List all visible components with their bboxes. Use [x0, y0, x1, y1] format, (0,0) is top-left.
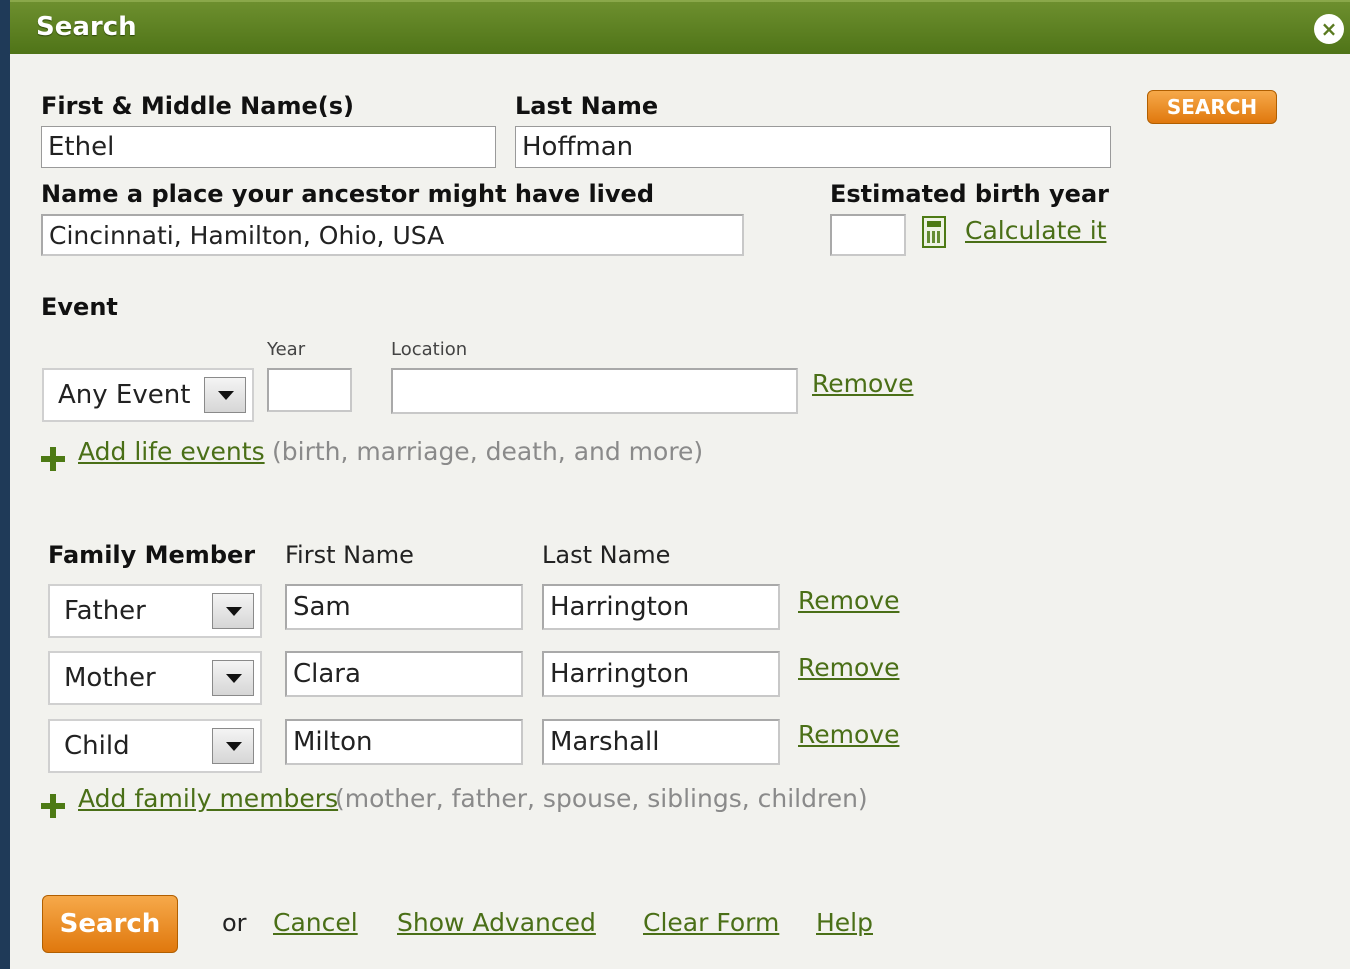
family-first-name-input[interactable] [285, 651, 523, 697]
event-heading: Event [41, 293, 118, 321]
calculator-icon[interactable] [922, 216, 946, 248]
family-last-name-header: Last Name [542, 541, 671, 569]
dialog-title: Search [36, 12, 137, 42]
chevron-down-icon[interactable] [204, 377, 246, 413]
family-relation-value: Father [64, 596, 146, 626]
add-life-events-hint: (birth, marriage, death, and more) [272, 437, 704, 466]
chevron-down-icon[interactable] [212, 728, 254, 764]
birth-year-input[interactable] [830, 214, 906, 256]
event-remove-link[interactable]: Remove [812, 369, 913, 398]
birth-year-label: Estimated birth year [830, 180, 1109, 208]
family-last-name-input[interactable] [542, 584, 780, 630]
search-button[interactable]: Search [42, 895, 178, 953]
family-relation-value: Child [64, 731, 130, 761]
family-first-name-input[interactable] [285, 719, 523, 765]
clear-form-link[interactable]: Clear Form [643, 908, 779, 937]
or-text: or [222, 909, 247, 937]
event-location-input[interactable] [391, 368, 798, 414]
family-remove-link[interactable]: Remove [798, 586, 899, 615]
place-input[interactable] [41, 214, 744, 256]
last-name-input[interactable] [515, 126, 1111, 168]
family-first-name-input[interactable] [285, 584, 523, 630]
dialog-titlebar: Search × [10, 0, 1350, 54]
add-family-members-link[interactable]: Add family members [78, 784, 338, 813]
first-name-input[interactable] [41, 126, 496, 168]
event-type-select[interactable]: Any Event [42, 368, 254, 422]
family-member-heading: Family Member [48, 541, 256, 569]
family-remove-link[interactable]: Remove [798, 720, 899, 749]
family-first-name-header: First Name [285, 541, 414, 569]
cancel-link[interactable]: Cancel [273, 908, 358, 937]
add-icon[interactable] [41, 447, 65, 471]
help-link[interactable]: Help [816, 908, 873, 937]
close-icon[interactable]: × [1314, 14, 1344, 44]
family-relation-select[interactable]: Child [48, 719, 262, 773]
chevron-down-icon[interactable] [212, 660, 254, 696]
event-type-value: Any Event [58, 380, 191, 410]
event-location-label: Location [391, 339, 468, 360]
family-relation-value: Mother [64, 663, 156, 693]
add-icon[interactable] [41, 794, 65, 818]
event-year-label: Year [267, 339, 306, 360]
family-last-name-input[interactable] [542, 651, 780, 697]
search-dialog: Search × First & Middle Name(s) Last Nam… [10, 0, 1350, 969]
event-year-input[interactable] [267, 368, 352, 412]
chevron-down-icon[interactable] [212, 593, 254, 629]
family-relation-select[interactable]: Mother [48, 651, 262, 705]
calculate-it-link[interactable]: Calculate it [965, 216, 1106, 245]
search-button-top[interactable]: SEARCH [1147, 90, 1277, 124]
family-relation-select[interactable]: Father [48, 584, 262, 638]
place-label: Name a place your ancestor might have li… [41, 180, 655, 208]
first-name-label: First & Middle Name(s) [41, 92, 354, 120]
show-advanced-link[interactable]: Show Advanced [397, 908, 596, 937]
add-family-members-hint: (mother, father, spouse, siblings, child… [335, 784, 868, 813]
add-life-events-link[interactable]: Add life events [78, 437, 265, 466]
family-last-name-input[interactable] [542, 719, 780, 765]
family-remove-link[interactable]: Remove [798, 653, 899, 682]
last-name-label: Last Name [515, 92, 659, 120]
